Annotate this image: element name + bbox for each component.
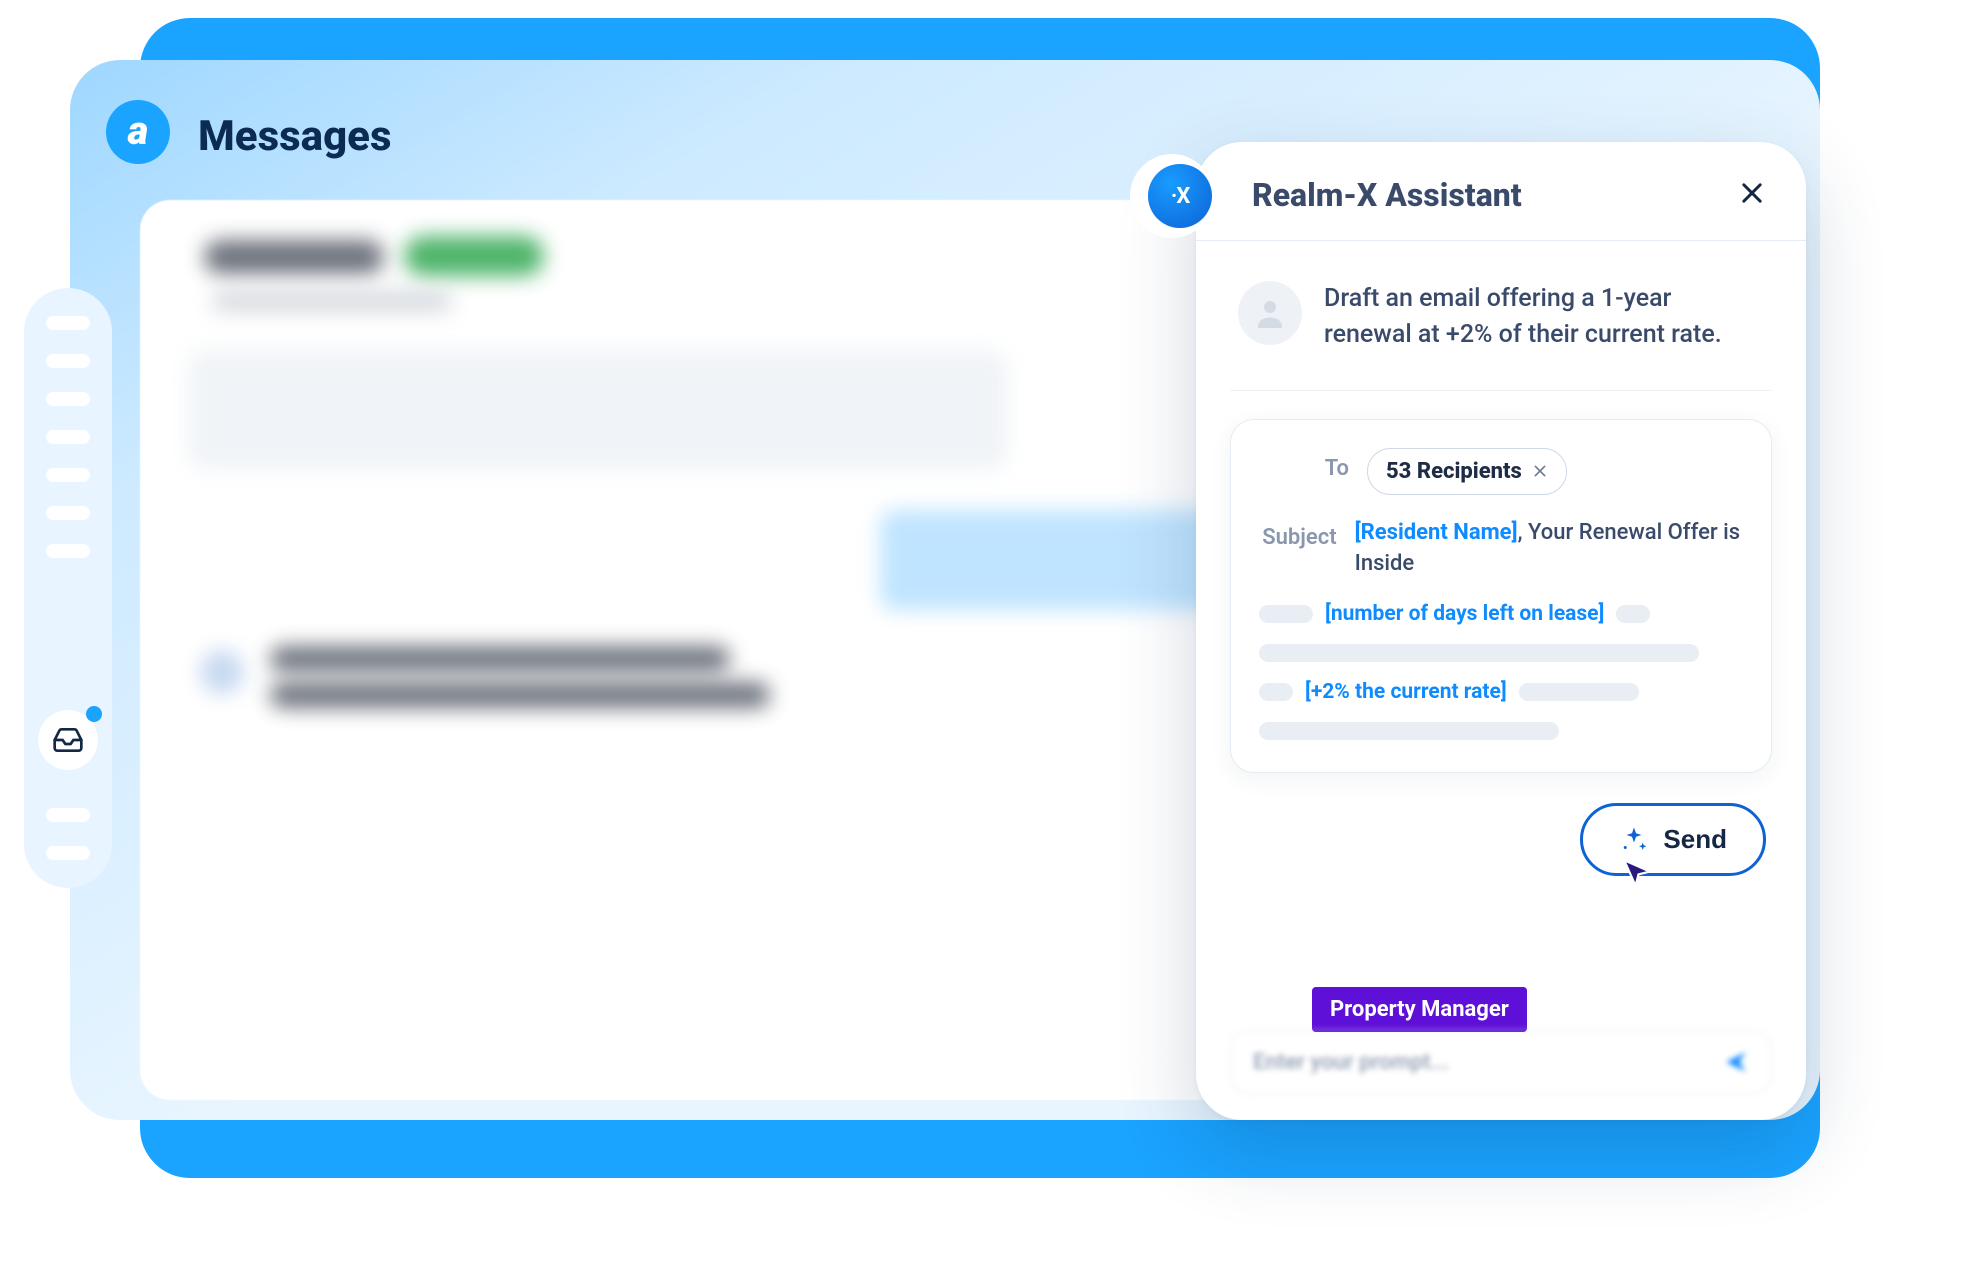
nav-item[interactable] xyxy=(46,468,90,482)
send-row: Send xyxy=(1230,803,1772,876)
assistant-badge-text: ·X xyxy=(1171,184,1190,209)
assistant-panel: ·X Realm-X Assistant Draft an email offe… xyxy=(1196,142,1806,1120)
to-label: To xyxy=(1259,448,1349,481)
body-token-rate[interactable]: [+2% the current rate] xyxy=(1305,680,1507,704)
subject-token-resident-name[interactable]: [Resident Name] xyxy=(1355,520,1518,545)
body-line xyxy=(1259,644,1743,662)
role-tag-label: Property Manager xyxy=(1330,997,1509,1022)
recipients-chip[interactable]: 53 Recipients xyxy=(1367,448,1567,495)
send-button[interactable]: Send xyxy=(1580,803,1766,876)
close-button[interactable] xyxy=(1738,179,1766,211)
assistant-badge[interactable]: ·X xyxy=(1148,164,1212,228)
assistant-header: Realm-X Assistant xyxy=(1196,142,1806,241)
subject-field-row: Subject [Resident Name], Your Renewal Of… xyxy=(1259,517,1743,581)
assistant-input-placeholder: Enter your prompt... xyxy=(1253,1050,1449,1075)
nav-item[interactable] xyxy=(46,544,90,558)
page-title: Messages xyxy=(198,112,392,161)
app-logo-glyph: a xyxy=(128,107,149,154)
subject-label: Subject xyxy=(1259,517,1337,550)
email-body-preview: [number of days left on lease] [+2% the … xyxy=(1259,602,1743,740)
assistant-body: Draft an email offering a 1-year renewal… xyxy=(1196,241,1806,876)
nav-item[interactable] xyxy=(46,316,90,330)
remove-chip-icon[interactable] xyxy=(1532,463,1548,479)
inbox-icon xyxy=(52,724,84,756)
nav-item[interactable] xyxy=(46,506,90,520)
nav-item[interactable] xyxy=(46,392,90,406)
body-line xyxy=(1259,722,1743,740)
nav-inbox-button[interactable] xyxy=(38,710,98,770)
assistant-input-bar[interactable]: Enter your prompt... xyxy=(1230,1030,1772,1094)
avatar xyxy=(1238,281,1302,345)
role-tag: Property Manager xyxy=(1312,987,1527,1032)
body-line: [number of days left on lease] xyxy=(1259,602,1743,626)
send-button-label: Send xyxy=(1663,824,1727,855)
app-logo: a xyxy=(106,100,170,164)
body-line: [+2% the current rate] xyxy=(1259,680,1743,704)
nav-item[interactable] xyxy=(46,808,90,822)
user-prompt-text: Draft an email offering a 1-year renewal… xyxy=(1324,281,1754,354)
nav-rail xyxy=(24,288,112,888)
sparkle-icon xyxy=(1619,825,1649,855)
close-icon xyxy=(1738,179,1766,207)
nav-item[interactable] xyxy=(46,354,90,368)
nav-item[interactable] xyxy=(46,430,90,444)
user-prompt-row: Draft an email offering a 1-year renewal… xyxy=(1230,271,1772,391)
nav-item[interactable] xyxy=(46,846,90,860)
inbox-unread-badge xyxy=(86,706,102,722)
send-icon[interactable] xyxy=(1723,1049,1749,1075)
body-token-days-left[interactable]: [number of days left on lease] xyxy=(1325,602,1604,626)
email-compose-card: To 53 Recipients Subject [Resident Name]… xyxy=(1230,419,1772,774)
subject-text[interactable]: [Resident Name], Your Renewal Offer is I… xyxy=(1355,517,1743,581)
to-field-row: To 53 Recipients xyxy=(1259,448,1743,495)
cursor-icon xyxy=(1620,856,1654,890)
person-icon xyxy=(1252,295,1288,331)
assistant-title: Realm-X Assistant xyxy=(1252,176,1522,214)
recipients-chip-label: 53 Recipients xyxy=(1386,459,1522,484)
